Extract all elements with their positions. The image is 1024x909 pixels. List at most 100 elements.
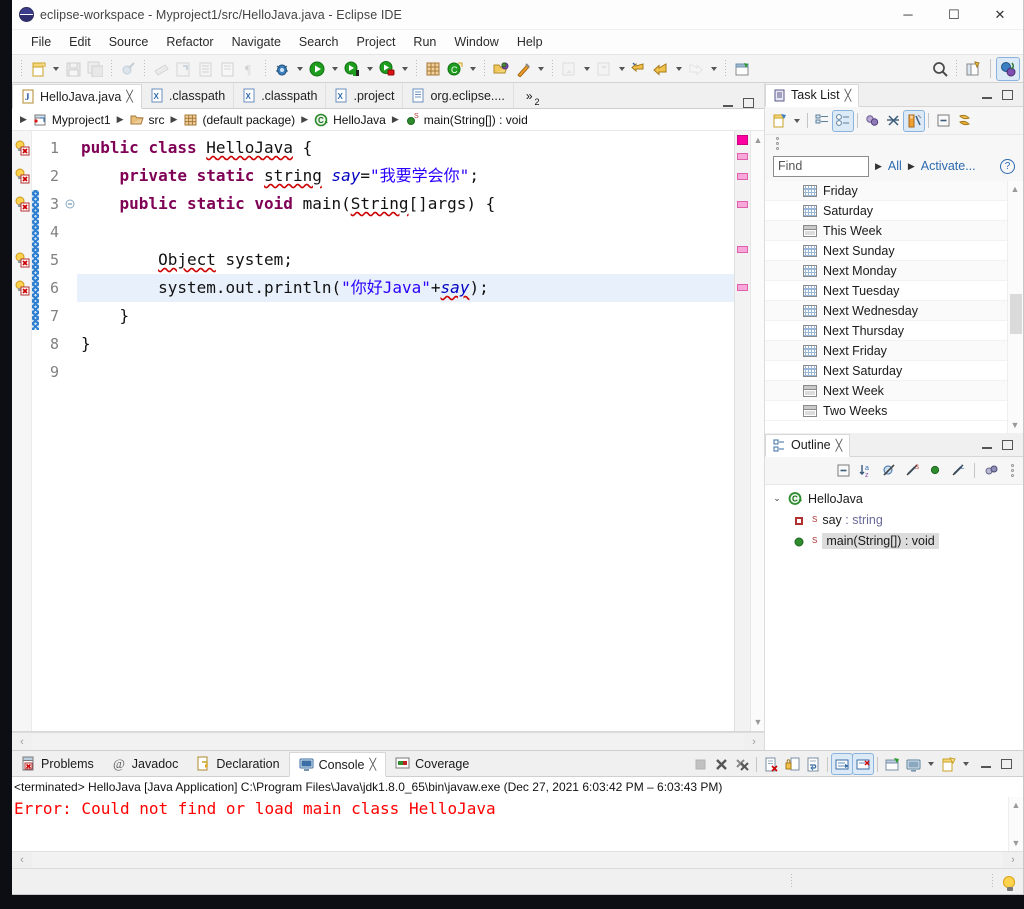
minimize-icon[interactable]: [981, 766, 991, 768]
display-selected-console-button[interactable]: [903, 754, 923, 774]
close-icon[interactable]: ╳: [126, 90, 133, 103]
minimize-icon[interactable]: [723, 105, 733, 107]
filter-all-link[interactable]: All: [888, 159, 902, 173]
last-edit-location-button[interactable]: [628, 58, 650, 80]
console-vertical-scrollbar[interactable]: ▲ ▼: [1008, 797, 1023, 851]
minimize-window-button[interactable]: ─: [885, 0, 931, 29]
hide-local-types-button[interactable]: L: [948, 461, 968, 481]
console-hscroll-left[interactable]: ‹: [12, 854, 32, 866]
overview-marker-5[interactable]: [737, 284, 748, 291]
scheduled-presentation-button[interactable]: [832, 109, 854, 132]
quick-access-search-button[interactable]: [929, 58, 951, 80]
breadcrumb-item-2[interactable]: (default package): [181, 111, 297, 128]
hscroll-track[interactable]: [32, 733, 744, 750]
close-icon[interactable]: ╳: [845, 89, 852, 102]
task-list-row[interactable]: Saturday: [765, 201, 1007, 221]
collapse-all-button[interactable]: [933, 111, 953, 131]
tab-task-list[interactable]: Task List ╳: [765, 83, 860, 107]
filter-completed-tasks-button[interactable]: [883, 111, 903, 131]
editor-tab-project-3[interactable]: X .project: [326, 83, 404, 108]
error-marker-icon[interactable]: [14, 280, 30, 296]
menu-search[interactable]: Search: [290, 32, 348, 52]
back-dropdown-icon[interactable]: [672, 58, 685, 80]
outline-item-2[interactable]: Smain(String[]) : void: [765, 530, 1023, 551]
pilcrow-button[interactable]: ¶: [238, 58, 260, 80]
focus-on-workweek-button[interactable]: [903, 109, 925, 132]
tab-outline[interactable]: Outline ╳: [765, 433, 851, 457]
scroll-up-arrow[interactable]: ▲: [751, 133, 765, 147]
code-text-area[interactable]: public class HelloJava { private static …: [77, 131, 734, 731]
new-wizard-dropdown-icon[interactable]: [49, 58, 62, 80]
close-window-button[interactable]: ✕: [977, 0, 1023, 29]
restore-tasks-button[interactable]: [954, 111, 974, 131]
task-list-scrollbar[interactable]: ▲ ▼: [1007, 181, 1023, 433]
task-list-row[interactable]: Next Sunday: [765, 241, 1007, 261]
new-task-button[interactable]: [769, 111, 789, 131]
close-icon[interactable]: ╳: [369, 758, 376, 771]
search-resource-dropdown-icon[interactable]: [534, 58, 547, 80]
breadcrumb-item-4[interactable]: Smain(String[]) : void: [403, 111, 530, 128]
forward-button[interactable]: [685, 58, 707, 80]
menu-refactor[interactable]: Refactor: [157, 32, 222, 52]
outline-tree[interactable]: ⌄ C HelloJava Ssay : string Smain(String[]) …: [765, 485, 1023, 750]
overview-marker-1[interactable]: [737, 153, 748, 160]
help-icon[interactable]: ?: [1000, 158, 1015, 174]
next-annotation-dropdown-icon[interactable]: [580, 58, 593, 80]
scroll-down-arrow[interactable]: ▼: [1008, 418, 1022, 432]
open-type-button[interactable]: [216, 58, 238, 80]
folding-ruler[interactable]: [63, 131, 77, 731]
outline-item-0[interactable]: ⌄ C HelloJava: [765, 488, 1023, 509]
maximize-icon[interactable]: [1001, 759, 1012, 769]
task-list-row[interactable]: Friday: [765, 181, 1007, 201]
word-wrap-button[interactable]: [803, 754, 823, 774]
menu-edit[interactable]: Edit: [60, 32, 100, 52]
menu-navigate[interactable]: Navigate: [223, 32, 290, 52]
console-tab-javadoc[interactable]: @ Javadoc: [103, 751, 188, 776]
find-input[interactable]: Find: [773, 155, 869, 177]
breadcrumb-item-1[interactable]: src: [128, 111, 167, 128]
debug-dropdown-icon[interactable]: [293, 58, 306, 80]
menu-window[interactable]: Window: [445, 32, 507, 52]
minimize-icon[interactable]: [982, 446, 992, 449]
task-list-row[interactable]: Next Wednesday: [765, 301, 1007, 321]
console-tab-coverage[interactable]: Coverage: [386, 751, 478, 776]
search-resource-button[interactable]: [512, 58, 534, 80]
new-task-dropdown-icon[interactable]: [790, 111, 803, 131]
hide-fields-button[interactable]: [879, 461, 899, 481]
hscroll-right-arrow[interactable]: ›: [744, 736, 764, 748]
maximize-icon[interactable]: [1002, 439, 1013, 450]
maximize-icon[interactable]: [1002, 89, 1013, 100]
new-java-class-button[interactable]: C: [444, 58, 466, 80]
console-tab-problems[interactable]: Problems: [12, 751, 103, 776]
debug-button[interactable]: [271, 58, 293, 80]
open-resource-button[interactable]: [490, 58, 512, 80]
annotation-button[interactable]: [194, 58, 216, 80]
menu-project[interactable]: Project: [348, 32, 405, 52]
display-selected-console-dropdown-icon[interactable]: [924, 754, 937, 774]
toggle-breakpoint-button[interactable]: [117, 58, 139, 80]
minimize-icon[interactable]: [982, 96, 992, 99]
task-list-row[interactable]: Two Weeks: [765, 401, 1007, 421]
close-icon[interactable]: ╳: [836, 439, 843, 452]
console-output-area[interactable]: Error: Could not find or load main class…: [12, 797, 1023, 851]
maximize-icon[interactable]: [743, 98, 754, 108]
view-menu-icon[interactable]: [1008, 464, 1016, 477]
hscroll-left-arrow[interactable]: ‹: [12, 736, 32, 748]
hide-static-fields-button[interactable]: S: [902, 461, 922, 481]
save-button[interactable]: [62, 58, 84, 80]
new-wizard-button[interactable]: [27, 58, 49, 80]
outline-item-1[interactable]: Ssay : string: [765, 509, 1023, 530]
smart-insert-bulb-icon[interactable]: [1003, 875, 1015, 891]
remove-launch-button[interactable]: [711, 754, 731, 774]
console-hscroll-track[interactable]: [32, 852, 1003, 868]
task-list-row[interactable]: This Week: [765, 221, 1007, 241]
build-button[interactable]: [172, 58, 194, 80]
pin-editor-button[interactable]: [731, 58, 753, 80]
scroll-lock-button[interactable]: [782, 754, 802, 774]
overview-marker-4[interactable]: [737, 246, 748, 253]
previous-annotation-button[interactable]: [593, 58, 615, 80]
terminate-button[interactable]: [690, 754, 710, 774]
print-button[interactable]: [150, 58, 172, 80]
open-perspective-button[interactable]: [962, 58, 984, 80]
sort-button[interactable]: az: [856, 461, 876, 481]
